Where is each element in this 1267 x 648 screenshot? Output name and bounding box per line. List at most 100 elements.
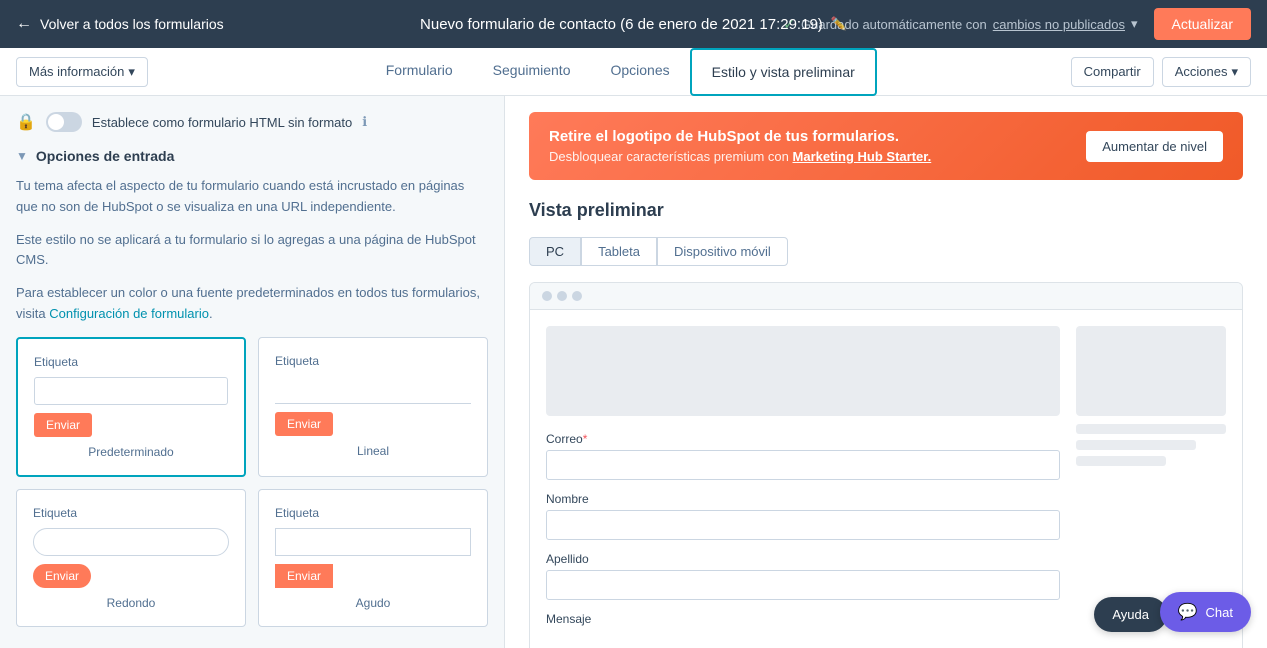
- top-navigation: ← Volver a todos los formularios Nuevo f…: [0, 0, 1267, 48]
- style-card-agudo[interactable]: Etiqueta Enviar Agudo: [258, 489, 488, 627]
- secondary-navigation: Más información ▾ Formulario Seguimiento…: [0, 48, 1267, 96]
- help-button[interactable]: Ayuda: [1094, 597, 1167, 632]
- dropdown-arrow-icon[interactable]: ▾: [1131, 16, 1138, 32]
- help-label: Ayuda: [1112, 607, 1149, 622]
- form-field-mensaje: Mensaje: [546, 612, 1060, 626]
- sidebar-line-2: [1076, 440, 1196, 450]
- form-field-input-correo[interactable]: [546, 450, 1060, 480]
- title-area: Nuevo formulario de contacto (6 de enero…: [420, 16, 847, 33]
- html-format-label: Establece como formulario HTML sin forma…: [92, 115, 352, 130]
- html-format-toggle[interactable]: [46, 112, 82, 132]
- nav-right-actions: Compartir Acciones ▾: [1071, 57, 1251, 87]
- marketing-hub-link[interactable]: Marketing Hub Starter.: [793, 149, 932, 164]
- chat-label: Chat: [1206, 605, 1233, 620]
- style-card-label-2: Etiqueta: [275, 354, 471, 368]
- toggle-slider: [46, 112, 82, 132]
- lock-icon: 🔒: [16, 112, 36, 132]
- device-tab-tableta[interactable]: Tableta: [581, 237, 657, 266]
- dot-1: [542, 291, 552, 301]
- page-title: Nuevo formulario de contacto (6 de enero…: [420, 16, 823, 33]
- style-card-btn-3[interactable]: Enviar: [33, 564, 91, 588]
- update-button[interactable]: Actualizar: [1154, 8, 1251, 40]
- form-field-correo: Correo*: [546, 432, 1060, 480]
- preview-banner-image: [546, 326, 1060, 416]
- preview-area: Correo* Nombre Apellido Mensaje: [529, 282, 1243, 648]
- actions-chevron-icon: ▾: [1231, 64, 1238, 80]
- tab-seguimiento[interactable]: Seguimiento: [473, 48, 591, 95]
- device-tabs: PC Tableta Dispositivo móvil: [529, 237, 1243, 266]
- upgrade-button[interactable]: Aumentar de nivel: [1086, 131, 1223, 162]
- dot-3: [572, 291, 582, 301]
- back-label: Volver a todos los formularios: [40, 16, 224, 32]
- more-info-chevron-icon: ▾: [128, 64, 135, 80]
- sidebar-image-1: [1076, 326, 1226, 416]
- nav-tabs: Formulario Seguimiento Opciones Estilo y…: [172, 48, 1071, 95]
- chat-button[interactable]: 💬 Chat: [1160, 592, 1251, 632]
- style-cards: Etiqueta Enviar Predeterminado Etiqueta …: [16, 337, 488, 627]
- left-panel: 🔒 Establece como formulario HTML sin for…: [0, 96, 505, 648]
- section-chevron-icon[interactable]: ▼: [16, 149, 28, 163]
- edit-title-icon[interactable]: ✏️: [831, 16, 847, 32]
- dot-2: [557, 291, 567, 301]
- style-card-name-3: Redondo: [33, 596, 229, 610]
- back-arrow-icon: ←: [16, 15, 32, 33]
- style-card-lineal[interactable]: Etiqueta Enviar Lineal: [258, 337, 488, 477]
- config-link[interactable]: Configuración de formulario: [49, 306, 209, 321]
- desc-text-2: Este estilo no se aplicará a tu formular…: [16, 230, 488, 272]
- style-card-btn-1[interactable]: Enviar: [34, 413, 92, 437]
- form-field-input-apellido[interactable]: [546, 570, 1060, 600]
- style-card-input-2[interactable]: [275, 376, 471, 404]
- desc-text-3: Para establecer un color o una fuente pr…: [16, 283, 488, 325]
- device-tab-movil[interactable]: Dispositivo móvil: [657, 237, 788, 266]
- form-field-label-mensaje: Mensaje: [546, 612, 1060, 626]
- preview-form: Correo* Nombre Apellido Mensaje: [546, 326, 1060, 638]
- device-tab-pc[interactable]: PC: [529, 237, 581, 266]
- style-card-input-3[interactable]: [33, 528, 229, 556]
- style-card-btn-2[interactable]: Enviar: [275, 412, 333, 436]
- banner-text: Retire el logotipo de HubSpot de tus for…: [549, 128, 931, 164]
- more-info-button[interactable]: Más información ▾: [16, 57, 148, 87]
- style-card-name-2: Lineal: [275, 444, 471, 458]
- style-card-label-4: Etiqueta: [275, 506, 471, 520]
- required-indicator: *: [583, 432, 588, 446]
- back-button[interactable]: ← Volver a todos los formularios: [16, 15, 224, 33]
- tab-opciones[interactable]: Opciones: [590, 48, 689, 95]
- info-icon[interactable]: ℹ: [362, 114, 367, 130]
- section-header: ▼ Opciones de entrada: [16, 148, 488, 164]
- style-card-name-4: Agudo: [275, 596, 471, 610]
- style-card-input-4[interactable]: [275, 528, 471, 556]
- section-title: Opciones de entrada: [36, 148, 174, 164]
- banner-desc: Desbloquear características premium con …: [549, 149, 931, 164]
- form-field-label-correo: Correo*: [546, 432, 1060, 446]
- style-card-input-1[interactable]: [34, 377, 228, 405]
- style-card-label-1: Etiqueta: [34, 355, 228, 369]
- style-card-btn-4[interactable]: Enviar: [275, 564, 333, 588]
- banner-title: Retire el logotipo de HubSpot de tus for…: [549, 128, 931, 145]
- desc-text-1: Tu tema afecta el aspecto de tu formular…: [16, 176, 488, 218]
- form-field-apellido: Apellido: [546, 552, 1060, 600]
- chat-bubble-icon: 💬: [1178, 602, 1198, 622]
- form-field-input-nombre[interactable]: [546, 510, 1060, 540]
- style-card-label-3: Etiqueta: [33, 506, 229, 520]
- html-format-row: 🔒 Establece como formulario HTML sin for…: [16, 112, 488, 132]
- more-info-label: Más información: [29, 64, 124, 79]
- unpublished-changes-link[interactable]: cambios no publicados: [993, 17, 1125, 32]
- actions-label: Acciones: [1175, 64, 1228, 79]
- style-card-redondo[interactable]: Etiqueta Enviar Redondo: [16, 489, 246, 627]
- form-field-label-nombre: Nombre: [546, 492, 1060, 506]
- sidebar-line-1: [1076, 424, 1226, 434]
- preview-dots: [530, 283, 1242, 310]
- share-button[interactable]: Compartir: [1071, 57, 1154, 87]
- upgrade-banner: Retire el logotipo de HubSpot de tus for…: [529, 112, 1243, 180]
- style-card-predeterminado[interactable]: Etiqueta Enviar Predeterminado: [16, 337, 246, 477]
- form-field-label-apellido: Apellido: [546, 552, 1060, 566]
- style-card-name-1: Predeterminado: [34, 445, 228, 459]
- actions-button[interactable]: Acciones ▾: [1162, 57, 1251, 87]
- tab-estilo-vista-preliminar[interactable]: Estilo y vista preliminar: [690, 48, 877, 96]
- tab-formulario[interactable]: Formulario: [366, 48, 473, 95]
- sidebar-line-3: [1076, 456, 1166, 466]
- top-nav-actions: ✓ Guardado automáticamente con cambios n…: [783, 8, 1251, 40]
- main-layout: 🔒 Establece como formulario HTML sin for…: [0, 96, 1267, 648]
- preview-title: Vista preliminar: [529, 200, 1243, 221]
- form-field-nombre: Nombre: [546, 492, 1060, 540]
